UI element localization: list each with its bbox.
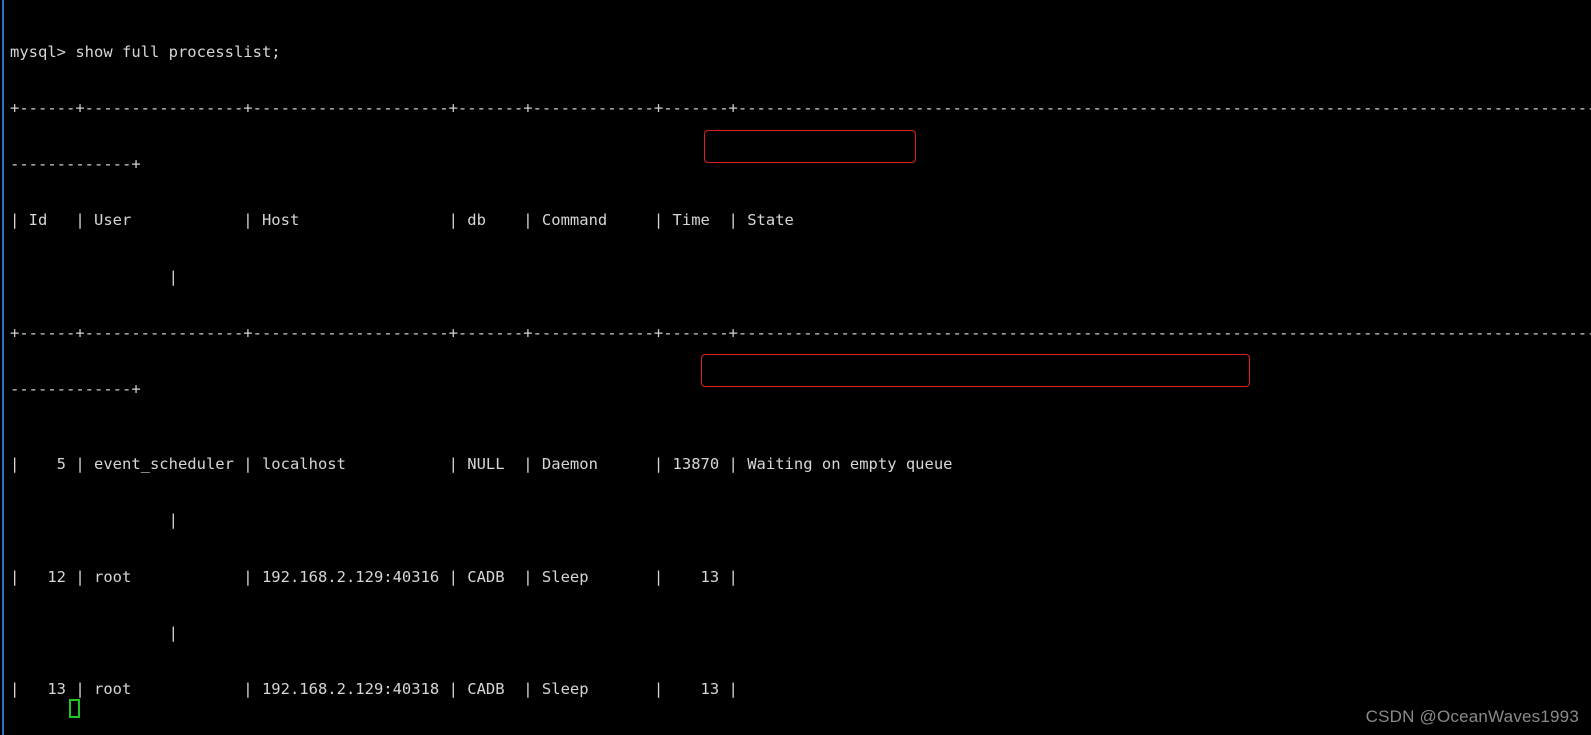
text-cursor <box>69 699 80 718</box>
csdn-watermark: CSDN @OceanWaves1993 <box>1365 707 1579 727</box>
table-row: | 12 | root | 192.168.2.129:40316 | CADB… <box>10 567 738 586</box>
table-header-row-a: | Id | User | Host | db | Command | Time… <box>10 211 794 230</box>
table-separator-mid-a: +------+-----------------+--------------… <box>10 323 1591 342</box>
table-row-cont: | <box>10 623 178 642</box>
table-separator-top-b: -------------+ <box>10 155 141 173</box>
table-separator-top-a: +------+-----------------+--------------… <box>10 98 1591 117</box>
table-row: | 13 | root | 192.168.2.129:40318 | CADB… <box>10 680 738 698</box>
terminal-window: mysql> show full processlist; +------+--… <box>0 0 1591 735</box>
table-row-cont: | <box>10 511 178 530</box>
terminal-screen[interactable]: mysql> show full processlist; +------+--… <box>10 5 1591 735</box>
command-line: mysql> show full processlist; <box>10 42 281 61</box>
table-header-row-b: | <box>10 267 178 286</box>
table-row: | 5 | event_scheduler | localhost | NULL… <box>10 455 953 473</box>
table-separator-mid-b: -------------+ <box>10 380 141 398</box>
scrollbar-track[interactable] <box>2 0 4 735</box>
